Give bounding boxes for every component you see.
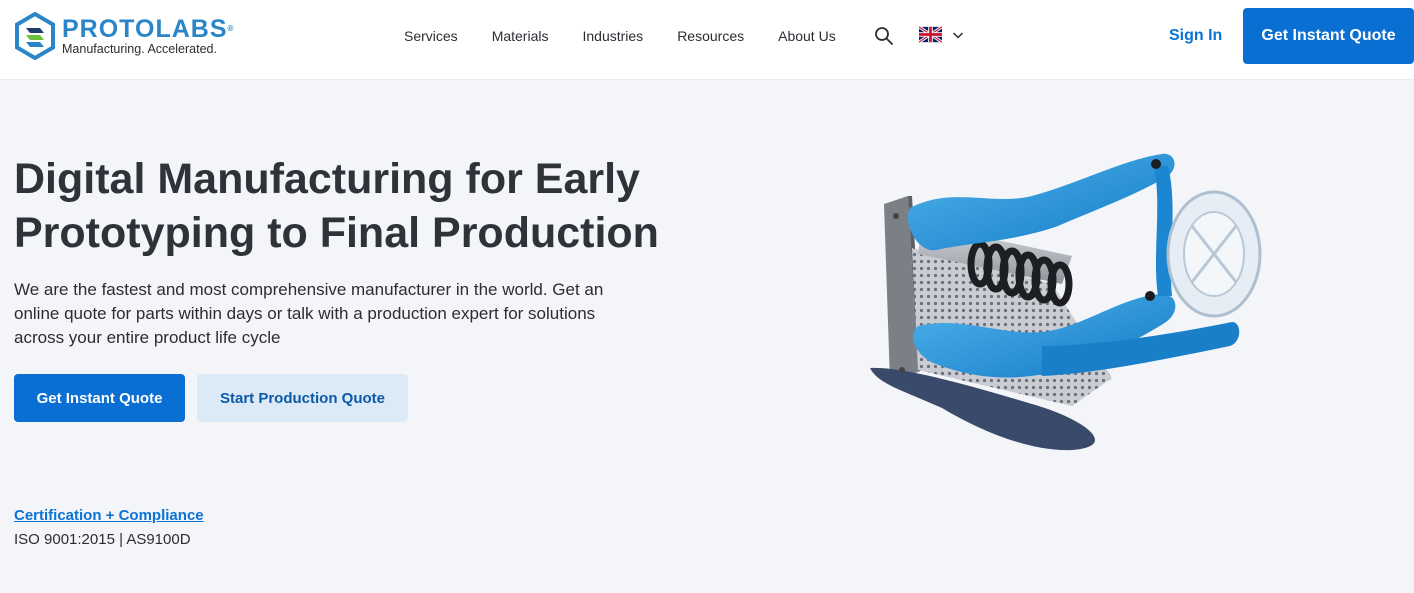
nav-item-materials[interactable]: Materials bbox=[492, 26, 549, 46]
get-instant-quote-button[interactable]: Get Instant Quote bbox=[14, 374, 185, 422]
hero-title: Digital Manufacturing for Early Prototyp… bbox=[14, 155, 659, 257]
machined-part-image bbox=[870, 153, 1262, 451]
header-get-instant-quote-button[interactable]: Get Instant Quote bbox=[1243, 8, 1414, 64]
nav-item-services[interactable]: Services bbox=[404, 26, 458, 46]
protolabs-logo-icon bbox=[15, 12, 55, 60]
hero-subtitle: We are the fastest and most comprehensiv… bbox=[14, 280, 604, 347]
protolabs-logo[interactable]: PROTOLABS® Manufacturing. Accelerated. bbox=[14, 12, 234, 60]
main-nav: Services Materials Industries Resources … bbox=[404, 26, 870, 46]
chevron-down-icon bbox=[952, 31, 964, 39]
brand-name: PROTOLABS® bbox=[62, 14, 235, 43]
logo-text: PROTOLABS® Manufacturing. Accelerated. bbox=[62, 16, 234, 57]
brand-tagline: Manufacturing. Accelerated. bbox=[62, 41, 217, 56]
language-selector[interactable] bbox=[919, 26, 964, 43]
certification-compliance-link[interactable]: Certification + Compliance bbox=[14, 507, 204, 524]
nav-item-industries[interactable]: Industries bbox=[582, 26, 643, 46]
nav-item-resources[interactable]: Resources bbox=[677, 26, 744, 46]
search-icon[interactable] bbox=[874, 26, 894, 46]
nav-item-about-us[interactable]: About Us bbox=[778, 26, 836, 46]
start-production-quote-button[interactable]: Start Production Quote bbox=[197, 374, 408, 422]
uk-flag-icon bbox=[919, 26, 942, 43]
certification-standards: ISO 9001:2015 | AS9100D bbox=[14, 531, 191, 548]
sign-in-link[interactable]: Sign In bbox=[1169, 26, 1222, 46]
site-header: PROTOLABS® Manufacturing. Accelerated. S… bbox=[0, 0, 1414, 80]
